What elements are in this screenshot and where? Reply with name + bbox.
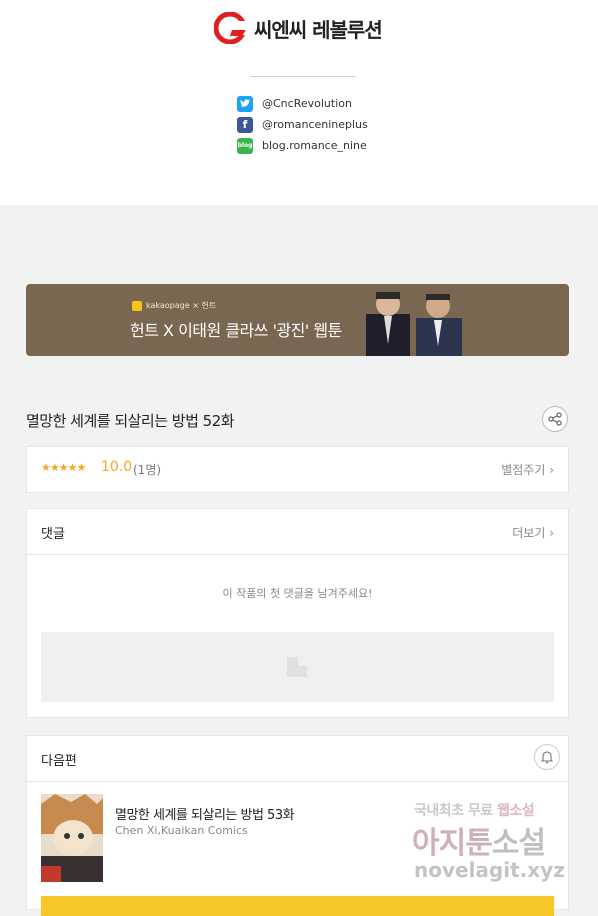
rating-stars: ★★★★★ (41, 461, 86, 474)
banner-tag-text: kakaopage × 헌트 (146, 301, 217, 310)
comments-header: 댓글 더보기 › (27, 509, 568, 555)
banner-tag: kakaopage × 헌트 (132, 300, 216, 311)
brand-logo[interactable]: 씨엔씨 레볼루션 (214, 12, 383, 44)
kakaopage-logo-icon (132, 300, 142, 311)
next-episode-card: 다음편 멸망한 세계를 되살리는 방법 53화 Chen Xi,Kuaikan … (26, 735, 569, 916)
share-button[interactable] (542, 406, 568, 432)
social-link-twitter[interactable]: @CncRevolution (237, 93, 368, 114)
next-episode-button[interactable] (41, 896, 554, 916)
divider (250, 76, 356, 77)
next-episode-author: Chen Xi,Kuaikan Comics (115, 824, 248, 837)
facebook-icon: f (237, 116, 253, 133)
social-handle: @romancenineplus (262, 118, 368, 131)
comments-empty-message: 이 작품의 첫 댓글을 남겨주세요! (222, 587, 373, 600)
social-link-facebook[interactable]: f @romancenineplus (237, 114, 368, 135)
social-link-blog[interactable]: blog blog.romance_nine (237, 135, 368, 156)
comments-title: 댓글 (41, 527, 65, 542)
next-episode-title[interactable]: 멸망한 세계를 되살리는 방법 53화 (115, 804, 295, 823)
rating-count: (1명) (133, 463, 162, 477)
comments-more-link[interactable]: 더보기 › (512, 524, 554, 541)
episode-title: 멸망한 세계를 되살리는 방법 52화 (26, 412, 235, 430)
rate-button[interactable]: 별점주기 › (501, 461, 554, 478)
social-handle: @CncRevolution (262, 97, 352, 110)
comments-card: 댓글 더보기 › 이 작품의 첫 댓글을 남겨주세요! (26, 508, 569, 718)
bell-icon (540, 751, 554, 764)
share-icon (548, 412, 562, 426)
notification-bell-button[interactable] (534, 744, 560, 770)
social-links: @CncRevolution f @romancenineplus blog b… (237, 93, 368, 156)
rating-card: ★★★★★ 10.0 (1명) 별점주기 › (26, 446, 569, 493)
next-episode-section-title: 다음편 (41, 754, 77, 769)
comment-input-placeholder[interactable] (41, 632, 554, 702)
thumbnail-image (41, 794, 103, 882)
twitter-icon (237, 95, 253, 112)
social-handle: blog.romance_nine (262, 139, 367, 152)
rating-score: 10.0 (101, 459, 133, 475)
banner-title: 헌트 X 이태원 클라쓰 '광진' 웹툰 (130, 321, 342, 340)
next-episode-thumbnail[interactable] (41, 794, 103, 882)
next-episode-header: 다음편 (27, 736, 568, 782)
brand-logo-icon (214, 12, 248, 44)
naver-blog-icon: blog (237, 137, 253, 154)
image-placeholder-icon (287, 657, 307, 677)
brand-name: 씨엔씨 레볼루션 (254, 17, 383, 42)
banner-characters-image (366, 292, 462, 356)
promo-banner[interactable]: kakaopage × 헌트 헌트 X 이태원 클라쓰 '광진' 웹툰 (26, 284, 569, 356)
